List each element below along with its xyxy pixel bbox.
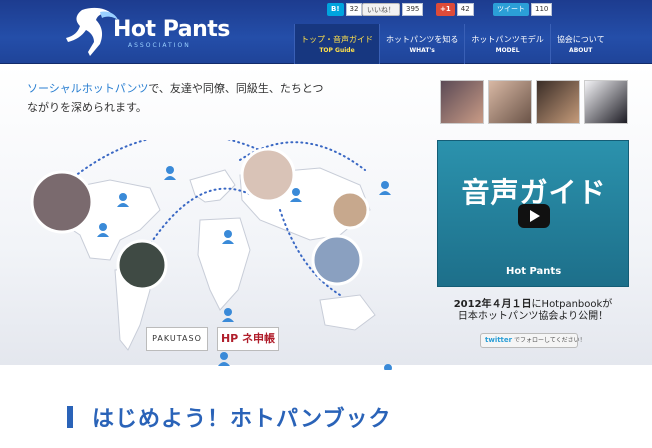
twitter-follow-button[interactable]: twitter でフォローしてください！ — [480, 333, 586, 348]
main-nav: トップ・音声ガイド TOP Guide ホットパンツを知る WHAT's ホット… — [294, 24, 611, 64]
plus-one-button[interactable]: +1 — [436, 2, 455, 16]
hatena-bookmark-widget[interactable]: B! 32 — [327, 2, 363, 16]
release-date: 2012年４月１日 — [453, 299, 532, 310]
plus-one-count: 42 — [456, 2, 474, 16]
release-line2: 日本ホットパンツ協会より公開！ — [457, 311, 609, 322]
nav-item-top-guide[interactable]: トップ・音声ガイド TOP Guide — [294, 24, 379, 64]
nav-item-whats[interactable]: ホットパンツを知る WHAT's — [379, 24, 464, 64]
release-line1: にHotpanbookが — [531, 299, 613, 310]
model-photo[interactable] — [440, 80, 484, 124]
logo-subtitle: ASSOCIATION — [128, 42, 191, 49]
model-photo[interactable] — [584, 80, 628, 124]
heading-accent-bar — [67, 406, 73, 428]
like-button[interactable]: いいね！ — [362, 2, 400, 16]
model-photo[interactable] — [488, 80, 532, 124]
hatena-bookmark-button[interactable]: B! — [327, 2, 344, 16]
nav-label-jp: トップ・音声ガイド — [301, 35, 373, 44]
nav-label-jp: 協会について — [556, 35, 605, 44]
tweet-widget[interactable]: ツイート 110 — [493, 2, 553, 16]
nav-label-en: MODEL — [495, 47, 520, 54]
nav-label-en: ABOUT — [569, 47, 593, 54]
nav-item-model[interactable]: ホットパンツモデル MODEL — [464, 24, 549, 64]
google-plus-widget[interactable]: +1 42 — [436, 2, 474, 16]
like-count: 395 — [402, 2, 424, 16]
world-map-illustration — [30, 140, 394, 378]
hero-section: ソーシャルホットパンツで、友達や同僚、同級生、たちとつながりを深められます。 音… — [0, 65, 652, 378]
nav-item-about[interactable]: 協会について ABOUT — [549, 24, 611, 64]
logo-text[interactable]: Hot Pants — [113, 17, 230, 42]
model-photo-strip — [440, 80, 628, 124]
tweet-button[interactable]: ツイート — [493, 2, 529, 16]
release-announcement: 2012年４月１日にHotpanbookが 日本ホットパンツ協会より公開！ — [437, 299, 629, 323]
model-photo[interactable] — [536, 80, 580, 124]
hatena-count: 32 — [345, 2, 363, 16]
nav-label-en: TOP Guide — [319, 47, 355, 54]
site-header: Hot Pants ASSOCIATION B! 32 いいね！ 395 +1 … — [0, 0, 652, 64]
twitter-label: twitter — [485, 336, 513, 344]
kamicho-badge[interactable]: HP ネ申帳 — [217, 327, 279, 351]
hero-tagline: ソーシャルホットパンツで、友達や同僚、同級生、たちとつながりを深められます。 — [27, 79, 327, 117]
pakutaso-badge[interactable]: PAKUTASO — [146, 327, 208, 351]
twitter-follow-text: でフォローしてください！ — [514, 337, 586, 344]
nav-label-jp: ホットパンツモデル — [471, 35, 544, 44]
tweet-count: 110 — [531, 2, 553, 16]
play-icon[interactable] — [518, 204, 550, 228]
nav-label-en: WHAT's — [409, 47, 435, 54]
getting-started-section: はじめよう！ホトパンブック — [0, 370, 652, 448]
tagline-highlight: ソーシャルホットパンツ — [27, 82, 149, 95]
section-heading: はじめよう！ホトパンブック — [92, 406, 392, 432]
video-logo-text: Hot Pants — [506, 266, 562, 277]
facebook-like-widget[interactable]: いいね！ 395 — [362, 2, 424, 16]
nav-label-jp: ホットパンツを知る — [386, 35, 459, 44]
audio-guide-video[interactable]: 音声ガイド Hot Pants — [437, 140, 629, 287]
